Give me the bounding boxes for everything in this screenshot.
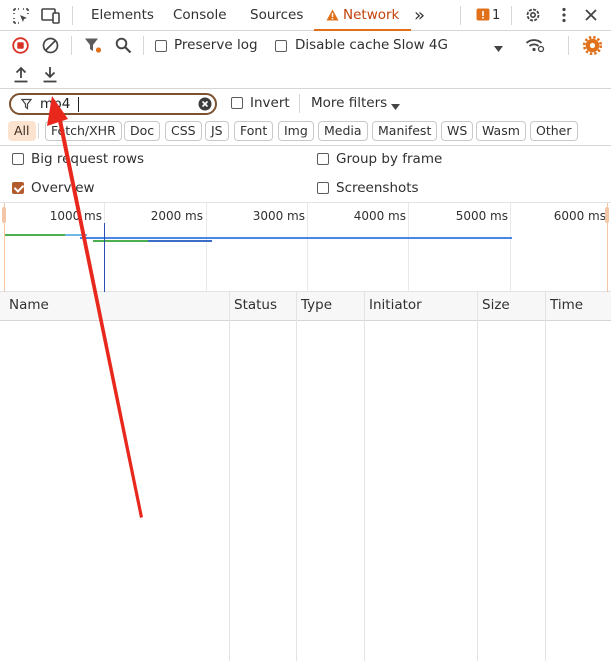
invert-checkbox[interactable] <box>231 97 243 109</box>
tab-divider <box>460 6 461 25</box>
column-status[interactable]: Status <box>229 292 277 321</box>
chip-divider <box>38 123 39 139</box>
inspect-element-icon[interactable] <box>12 7 30 29</box>
filter-input[interactable]: mp4 <box>9 93 217 115</box>
network-overview-timeline[interactable]: 1000 ms 2000 ms 3000 ms 4000 ms 5000 ms … <box>0 202 611 292</box>
type-chip-ws[interactable]: WS <box>441 121 474 141</box>
type-chip-all[interactable]: All <box>8 121 36 141</box>
type-chip-media[interactable]: Media <box>318 121 368 141</box>
column-type[interactable]: Type <box>296 292 332 321</box>
settings-gear-icon[interactable] <box>524 6 542 28</box>
stop-recording-icon[interactable] <box>12 37 29 58</box>
column-initiator[interactable]: Initiator <box>364 292 422 321</box>
preserve-log-label: Preserve log <box>174 37 258 53</box>
tab-divider <box>511 6 512 25</box>
filter-input-value: mp4 <box>40 96 71 112</box>
tab-elements[interactable]: Elements <box>91 0 154 31</box>
grid-line <box>307 203 308 292</box>
devtools-tabbar: Elements Console Sources Network » 1 <box>0 0 611 31</box>
big-request-rows-checkbox[interactable] <box>12 153 24 165</box>
request-bar <box>93 240 148 242</box>
type-chip-doc[interactable]: Doc <box>124 121 161 141</box>
device-toolbar-icon[interactable] <box>41 7 61 29</box>
toolbar-divider <box>299 94 300 113</box>
screenshots-checkbox[interactable] <box>317 182 329 194</box>
column-size[interactable]: Size <box>477 292 510 321</box>
divider <box>0 145 611 146</box>
grid-line <box>510 203 511 292</box>
filter-funnel-icon[interactable] <box>84 37 102 58</box>
type-chip-font[interactable]: Font <box>234 121 274 141</box>
tick-label: 6000 ms <box>553 209 606 223</box>
overview-label: Overview <box>31 180 95 196</box>
screenshots-label: Screenshots <box>336 180 419 196</box>
group-by-frame-checkbox[interactable] <box>317 153 329 165</box>
toolbar-divider <box>568 36 569 55</box>
warning-icon <box>326 2 339 33</box>
request-list-empty <box>0 321 611 661</box>
disable-cache-checkbox[interactable] <box>275 40 287 52</box>
chevron-down-icon[interactable] <box>391 100 400 115</box>
tick-label: 2000 ms <box>150 209 203 223</box>
network-settings-gear-icon[interactable] <box>582 35 603 59</box>
tab-sources[interactable]: Sources <box>250 0 303 31</box>
invert-label: Invert <box>250 95 290 111</box>
issues-icon[interactable] <box>476 8 490 26</box>
dom-content-loaded-marker <box>104 223 105 292</box>
filter-funnel-icon <box>20 98 33 114</box>
overview-left-edge <box>4 203 5 292</box>
big-request-rows-label: Big request rows <box>31 151 145 167</box>
type-chip-other[interactable]: Other <box>530 121 578 141</box>
tab-network-label: Network <box>343 7 400 23</box>
column-name[interactable]: Name <box>4 292 49 321</box>
issues-count[interactable]: 1 <box>492 0 500 31</box>
close-icon[interactable] <box>585 9 597 25</box>
kebab-menu-icon[interactable] <box>561 7 567 27</box>
request-bar <box>5 234 65 236</box>
request-bar <box>80 237 512 239</box>
toolbar-divider <box>143 36 144 55</box>
chevron-down-icon[interactable] <box>494 42 503 57</box>
type-chip-js[interactable]: JS <box>205 121 229 141</box>
tab-console[interactable]: Console <box>173 0 227 31</box>
export-har-download-icon[interactable] <box>42 66 58 87</box>
import-har-upload-icon[interactable] <box>13 66 29 87</box>
grid-line <box>408 203 409 292</box>
grid-line <box>206 203 207 292</box>
type-chip-wasm[interactable]: Wasm <box>476 121 526 141</box>
type-chip-fetch-xhr[interactable]: Fetch/XHR <box>45 121 122 141</box>
tab-divider <box>72 6 73 25</box>
tick-label: 1000 ms <box>49 209 102 223</box>
type-chip-css[interactable]: CSS <box>165 121 202 141</box>
tick-label: 4000 ms <box>353 209 406 223</box>
column-time[interactable]: Time <box>545 292 583 321</box>
preserve-log-checkbox[interactable] <box>155 40 167 52</box>
tick-label: 3000 ms <box>252 209 305 223</box>
import-export-row <box>0 60 611 89</box>
text-cursor <box>78 97 79 112</box>
request-bar <box>65 234 87 236</box>
toolbar-divider <box>71 36 72 55</box>
clear-filter-icon[interactable] <box>198 97 212 115</box>
more-filters-dropdown[interactable]: More filters <box>311 95 387 111</box>
type-chip-img[interactable]: Img <box>278 121 314 141</box>
clear-log-icon[interactable] <box>42 37 59 58</box>
disable-cache-label: Disable cache <box>295 37 390 53</box>
overview-right-edge <box>607 203 608 292</box>
group-by-frame-label: Group by frame <box>336 151 443 167</box>
network-conditions-wifi-icon[interactable] <box>525 37 545 58</box>
request-bar <box>148 240 212 242</box>
network-toolbar: Preserve log Disable cache Slow 4G <box>0 31 611 60</box>
type-chip-manifest[interactable]: Manifest <box>372 121 438 141</box>
tab-network[interactable]: Network <box>314 0 412 33</box>
search-icon[interactable] <box>115 37 132 58</box>
overview-checkbox[interactable] <box>12 182 24 194</box>
request-table-header: Name Status Type Initiator Size Time <box>0 292 611 321</box>
more-tabs-button[interactable]: » <box>414 0 425 31</box>
tick-label: 5000 ms <box>455 209 508 223</box>
throttling-select[interactable]: Slow 4G <box>393 37 448 53</box>
